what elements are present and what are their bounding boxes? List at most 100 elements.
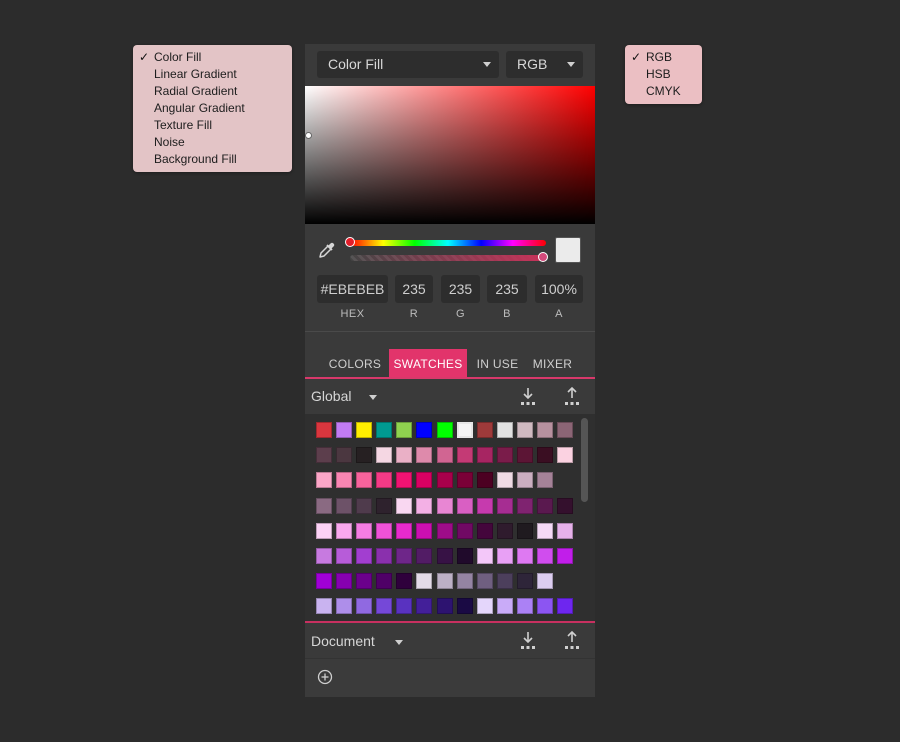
color-swatch[interactable] <box>456 598 473 615</box>
color-swatch[interactable] <box>476 472 493 489</box>
color-swatch[interactable] <box>496 547 513 564</box>
color-swatch[interactable] <box>416 598 433 615</box>
tab-colors[interactable]: COLORS <box>324 349 386 377</box>
eyedropper-icon[interactable] <box>317 240 337 260</box>
color-swatch[interactable] <box>516 497 533 514</box>
color-swatch[interactable] <box>356 522 373 539</box>
color-swatch[interactable] <box>436 447 453 464</box>
color-swatch[interactable] <box>456 547 473 564</box>
hue-slider-handle[interactable] <box>345 237 355 247</box>
color-swatch[interactable] <box>336 447 353 464</box>
color-swatch[interactable] <box>336 598 353 615</box>
color-swatch[interactable] <box>316 497 332 514</box>
color-swatch[interactable] <box>537 422 554 438</box>
hue-slider[interactable] <box>350 240 546 246</box>
sv-picker-handle[interactable] <box>305 132 312 139</box>
color-swatch[interactable] <box>456 522 473 539</box>
blue-input[interactable]: 235 <box>487 275 527 303</box>
color-model-menu-item[interactable]: ✓ RGB <box>625 49 702 66</box>
add-swatch-icon[interactable] <box>317 669 333 685</box>
color-swatch[interactable] <box>537 522 554 539</box>
hex-input[interactable]: #EBEBEB <box>317 275 388 303</box>
color-swatch[interactable] <box>396 422 413 438</box>
fill-type-menu-item[interactable]: Background Fill <box>133 151 292 168</box>
import-swatches-icon[interactable] <box>518 630 538 652</box>
color-swatch[interactable] <box>516 422 533 438</box>
color-swatch[interactable] <box>356 547 373 564</box>
color-swatch[interactable] <box>436 598 453 615</box>
color-swatch[interactable] <box>336 422 353 438</box>
fill-type-dropdown[interactable]: Color Fill <box>317 51 499 78</box>
color-swatch[interactable] <box>436 547 453 564</box>
color-swatch[interactable] <box>336 547 353 564</box>
color-swatch[interactable] <box>476 422 493 438</box>
color-swatch[interactable] <box>537 598 554 615</box>
global-group-dropdown[interactable]: Global <box>311 386 351 406</box>
color-swatch[interactable] <box>416 573 433 590</box>
color-swatch[interactable] <box>476 522 493 539</box>
color-swatch[interactable] <box>376 598 393 615</box>
fill-type-menu-item[interactable]: Radial Gradient <box>133 83 292 100</box>
color-swatch[interactable] <box>316 598 332 615</box>
color-swatch[interactable] <box>557 598 574 615</box>
color-swatch[interactable] <box>336 522 353 539</box>
color-swatch[interactable] <box>356 573 373 590</box>
saturation-value-area[interactable] <box>305 86 595 224</box>
color-swatch[interactable] <box>537 497 554 514</box>
color-swatch[interactable] <box>456 497 473 514</box>
color-swatch[interactable] <box>316 447 332 464</box>
color-model-menu-item[interactable]: CMYK <box>625 83 702 100</box>
color-swatch[interactable] <box>516 547 533 564</box>
color-swatch[interactable] <box>376 573 393 590</box>
color-swatch[interactable] <box>416 522 433 539</box>
color-swatch[interactable] <box>356 497 373 514</box>
export-swatches-icon[interactable] <box>562 630 582 652</box>
color-swatch[interactable] <box>496 422 513 438</box>
chevron-down-icon[interactable] <box>369 395 377 400</box>
color-swatch[interactable] <box>496 497 513 514</box>
color-swatch[interactable] <box>416 497 433 514</box>
color-swatch[interactable] <box>496 573 513 590</box>
color-swatch[interactable] <box>456 573 473 590</box>
color-swatch[interactable] <box>537 447 554 464</box>
color-swatch[interactable] <box>516 447 533 464</box>
fill-type-menu-item[interactable]: Angular Gradient <box>133 100 292 117</box>
color-swatch[interactable] <box>476 598 493 615</box>
red-input[interactable]: 235 <box>395 275 433 303</box>
color-swatch[interactable] <box>316 422 332 438</box>
color-swatch[interactable] <box>396 598 413 615</box>
color-swatch[interactable] <box>496 598 513 615</box>
color-swatch[interactable] <box>396 522 413 539</box>
color-swatch[interactable] <box>396 447 413 464</box>
color-swatch[interactable] <box>336 497 353 514</box>
color-swatch[interactable] <box>376 472 393 489</box>
color-swatch[interactable] <box>436 522 453 539</box>
swatch-scrollbar[interactable] <box>581 418 588 502</box>
color-swatch[interactable] <box>376 422 393 438</box>
color-swatch[interactable] <box>456 472 473 489</box>
color-swatch[interactable] <box>516 522 533 539</box>
color-swatch[interactable] <box>557 522 574 539</box>
color-swatch[interactable] <box>456 447 473 464</box>
tab-in-use[interactable]: IN USE <box>471 349 524 377</box>
alpha-slider-handle[interactable] <box>538 252 548 262</box>
color-swatch[interactable] <box>396 497 413 514</box>
alpha-input[interactable]: 100% <box>535 275 583 303</box>
export-swatches-icon[interactable] <box>562 386 582 408</box>
color-swatch[interactable] <box>316 522 332 539</box>
color-swatch[interactable] <box>396 547 413 564</box>
chevron-down-icon[interactable] <box>395 640 403 645</box>
color-swatch[interactable] <box>537 472 554 489</box>
fill-type-menu-item[interactable]: ✓ Color Fill <box>133 49 292 66</box>
color-swatch[interactable] <box>376 547 393 564</box>
color-swatch[interactable] <box>516 573 533 590</box>
color-swatch[interactable] <box>436 472 453 489</box>
color-swatch[interactable] <box>316 547 332 564</box>
color-swatch[interactable] <box>336 573 353 590</box>
color-swatch[interactable] <box>537 573 554 590</box>
color-model-dropdown[interactable]: RGB <box>506 51 583 78</box>
color-swatch[interactable] <box>496 472 513 489</box>
fill-type-menu-item[interactable]: Noise <box>133 134 292 151</box>
color-swatch[interactable] <box>356 422 373 438</box>
color-swatch[interactable] <box>537 547 554 564</box>
